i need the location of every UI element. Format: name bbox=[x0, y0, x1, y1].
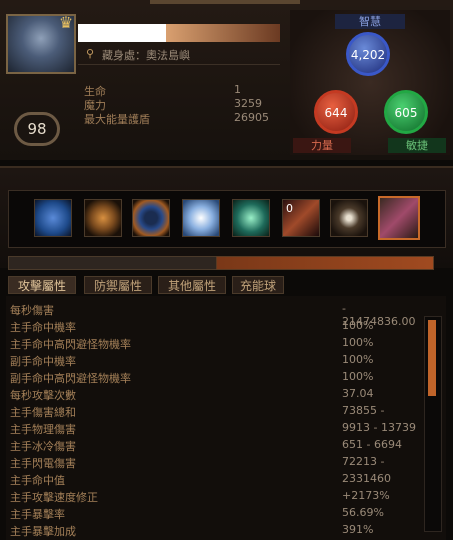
stat-label: 主手命中機率 bbox=[10, 321, 76, 334]
hideout-icon: ⚲ bbox=[86, 47, 95, 60]
stat-value: 72213 - bbox=[342, 455, 385, 468]
stat-value: +2173% bbox=[342, 489, 390, 502]
stat-label: 主手暴擊率 bbox=[10, 508, 65, 521]
table-row: 每秒傷害 - 21474836.00 bbox=[10, 302, 422, 328]
stat-label: 每秒傷害 bbox=[10, 304, 54, 317]
tab-attack[interactable]: 攻擊屬性 bbox=[8, 276, 76, 294]
stat-value: 100% bbox=[342, 370, 374, 383]
level-badge: 98 bbox=[14, 112, 60, 146]
sword-icon[interactable] bbox=[378, 196, 420, 240]
eye-icon[interactable] bbox=[330, 199, 368, 237]
table-row: 主手命中機率 100% bbox=[10, 319, 422, 335]
stat-value: 73855 - bbox=[342, 404, 385, 417]
table-row: 主手暴擊加成 391% bbox=[10, 523, 422, 540]
dexterity-orb: 605 bbox=[384, 90, 428, 134]
table-row: 主手閃電傷害 72213 - bbox=[10, 455, 422, 471]
stat-label: 主手物理傷害 bbox=[10, 423, 76, 436]
blue-orb-icon[interactable] bbox=[132, 199, 170, 237]
stat-value: 9913 - 13739 bbox=[342, 421, 416, 434]
stat-label: 主手傷害總和 bbox=[10, 406, 76, 419]
table-row: 主手冰冷傷害 651 - 6694 bbox=[10, 438, 422, 454]
strength-orb: 644 bbox=[314, 90, 358, 134]
table-row: 主手傷害總和 73855 - bbox=[10, 404, 422, 420]
stat-value: 2331460 bbox=[342, 472, 391, 485]
stat-value: 391% bbox=[342, 523, 374, 536]
stat-value: 37.04 bbox=[342, 387, 374, 400]
gem-count: 0 bbox=[286, 202, 293, 215]
stat-value: 100% bbox=[342, 336, 374, 349]
core-stat-mana-value: 3259 bbox=[234, 97, 262, 110]
dexterity-label: 敏捷 bbox=[388, 138, 446, 153]
hideout-label: 藏身處：奧法島嶼 bbox=[102, 49, 190, 62]
stat-value: 100% bbox=[342, 319, 374, 332]
stat-label: 主手閃電傷害 bbox=[10, 457, 76, 470]
scrollbar-thumb[interactable] bbox=[428, 320, 436, 396]
stat-value: 56.69% bbox=[342, 506, 384, 519]
dagger-icon[interactable]: 0 bbox=[282, 199, 320, 237]
character-name-field bbox=[78, 24, 166, 42]
character-class-banner bbox=[166, 24, 280, 42]
stat-label: 主手命中高閃避怪物機率 bbox=[10, 338, 131, 351]
core-stat-life-value: 1 bbox=[234, 83, 241, 96]
blue-vortex-icon[interactable] bbox=[34, 199, 72, 237]
stat-value: 100% bbox=[342, 353, 374, 366]
gem-bar-fill bbox=[216, 256, 434, 270]
table-row: 主手物理傷害 9913 - 13739 bbox=[10, 421, 422, 437]
intelligence-label: 智慧 bbox=[335, 14, 405, 29]
tab-other[interactable]: 其他屬性 bbox=[158, 276, 226, 294]
orange-ring-icon[interactable] bbox=[84, 199, 122, 237]
stat-label: 主手攻擊速度修正 bbox=[10, 491, 98, 504]
stat-label: 副手命中高閃避怪物機率 bbox=[10, 372, 131, 385]
white-burst-icon[interactable] bbox=[182, 199, 220, 237]
stat-value: 651 - 6694 bbox=[342, 438, 402, 451]
table-row: 主手攻擊速度修正 +2173% bbox=[10, 489, 422, 505]
table-row: 每秒攻擊次數 37.04 bbox=[10, 387, 422, 403]
core-stat-energy-shield-label: 最大能量護盾 bbox=[84, 113, 150, 126]
crown-icon: ♛ bbox=[58, 13, 74, 32]
stat-label: 主手命中值 bbox=[10, 474, 65, 487]
tab-defense[interactable]: 防禦屬性 bbox=[84, 276, 152, 294]
table-row: 主手命中值 2331460 bbox=[10, 472, 422, 488]
stat-label: 主手冰冷傷害 bbox=[10, 440, 76, 453]
stat-label: 副手命中機率 bbox=[10, 355, 76, 368]
core-stat-energy-shield-value: 26905 bbox=[234, 111, 269, 124]
green-swirl-icon[interactable] bbox=[232, 199, 270, 237]
table-row: 副手命中機率 100% bbox=[10, 353, 422, 369]
stat-label: 主手暴擊加成 bbox=[10, 525, 76, 538]
intelligence-orb: 4,202 bbox=[346, 32, 390, 76]
table-row: 主手命中高閃避怪物機率 100% bbox=[10, 336, 422, 352]
table-row: 主手暴擊率 56.69% bbox=[10, 506, 422, 522]
table-row: 副手命中高閃避怪物機率 100% bbox=[10, 370, 422, 386]
stat-label: 每秒攻擊次數 bbox=[10, 389, 76, 402]
divider bbox=[78, 64, 280, 65]
frame-ornament bbox=[150, 0, 300, 4]
strength-label: 力量 bbox=[293, 138, 351, 153]
gem-bar-track bbox=[8, 256, 218, 270]
tab-charges[interactable]: 充能球 bbox=[232, 276, 284, 294]
